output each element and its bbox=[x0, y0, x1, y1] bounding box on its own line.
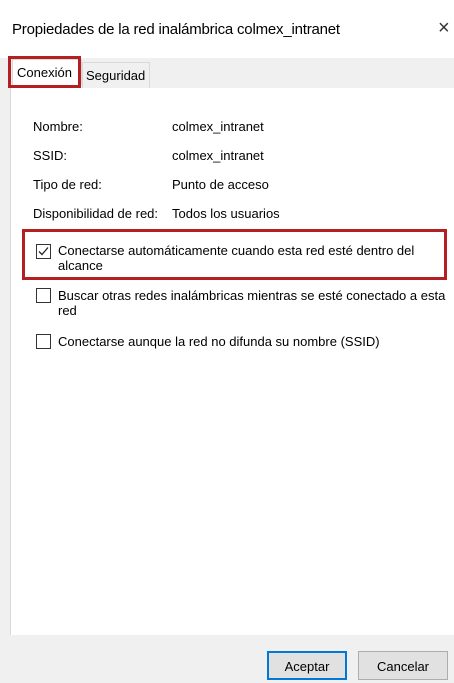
title-bar: Propiedades de la red inalámbrica colmex… bbox=[0, 0, 454, 58]
tab-seguridad[interactable]: Seguridad bbox=[82, 62, 150, 88]
network-type-value: Punto de acceso bbox=[172, 177, 269, 192]
close-icon[interactable]: × bbox=[438, 18, 450, 38]
availability-label: Disponibilidad de red: bbox=[33, 206, 159, 221]
connection-panel bbox=[10, 88, 454, 635]
name-value: colmex_intranet bbox=[172, 119, 264, 134]
search-other-networks-label[interactable]: Buscar otras redes inalámbricas mientras… bbox=[58, 288, 450, 318]
tab-conexion-label: Conexión bbox=[17, 65, 72, 80]
window-title: Propiedades de la red inalámbrica colmex… bbox=[12, 21, 340, 38]
search-other-networks-checkbox[interactable] bbox=[36, 288, 51, 303]
ssid-label: SSID: bbox=[33, 148, 67, 163]
hidden-ssid-label[interactable]: Conectarse aunque la red no difunda su n… bbox=[58, 334, 450, 349]
availability-value: Todos los usuarios bbox=[172, 206, 280, 221]
tab-seguridad-label: Seguridad bbox=[86, 68, 146, 83]
checkmark-icon bbox=[38, 247, 49, 256]
hidden-ssid-checkbox[interactable] bbox=[36, 334, 51, 349]
cancel-button[interactable]: Cancelar bbox=[358, 651, 448, 680]
tab-conexion[interactable]: Conexión bbox=[12, 59, 82, 85]
auto-connect-label[interactable]: Conectarse automáticamente cuando esta r… bbox=[58, 243, 450, 273]
auto-connect-checkbox[interactable] bbox=[36, 244, 51, 259]
ok-button[interactable]: Aceptar bbox=[267, 651, 347, 680]
network-type-label: Tipo de red: bbox=[33, 177, 102, 192]
ssid-value: colmex_intranet bbox=[172, 148, 264, 163]
name-label: Nombre: bbox=[33, 119, 83, 134]
